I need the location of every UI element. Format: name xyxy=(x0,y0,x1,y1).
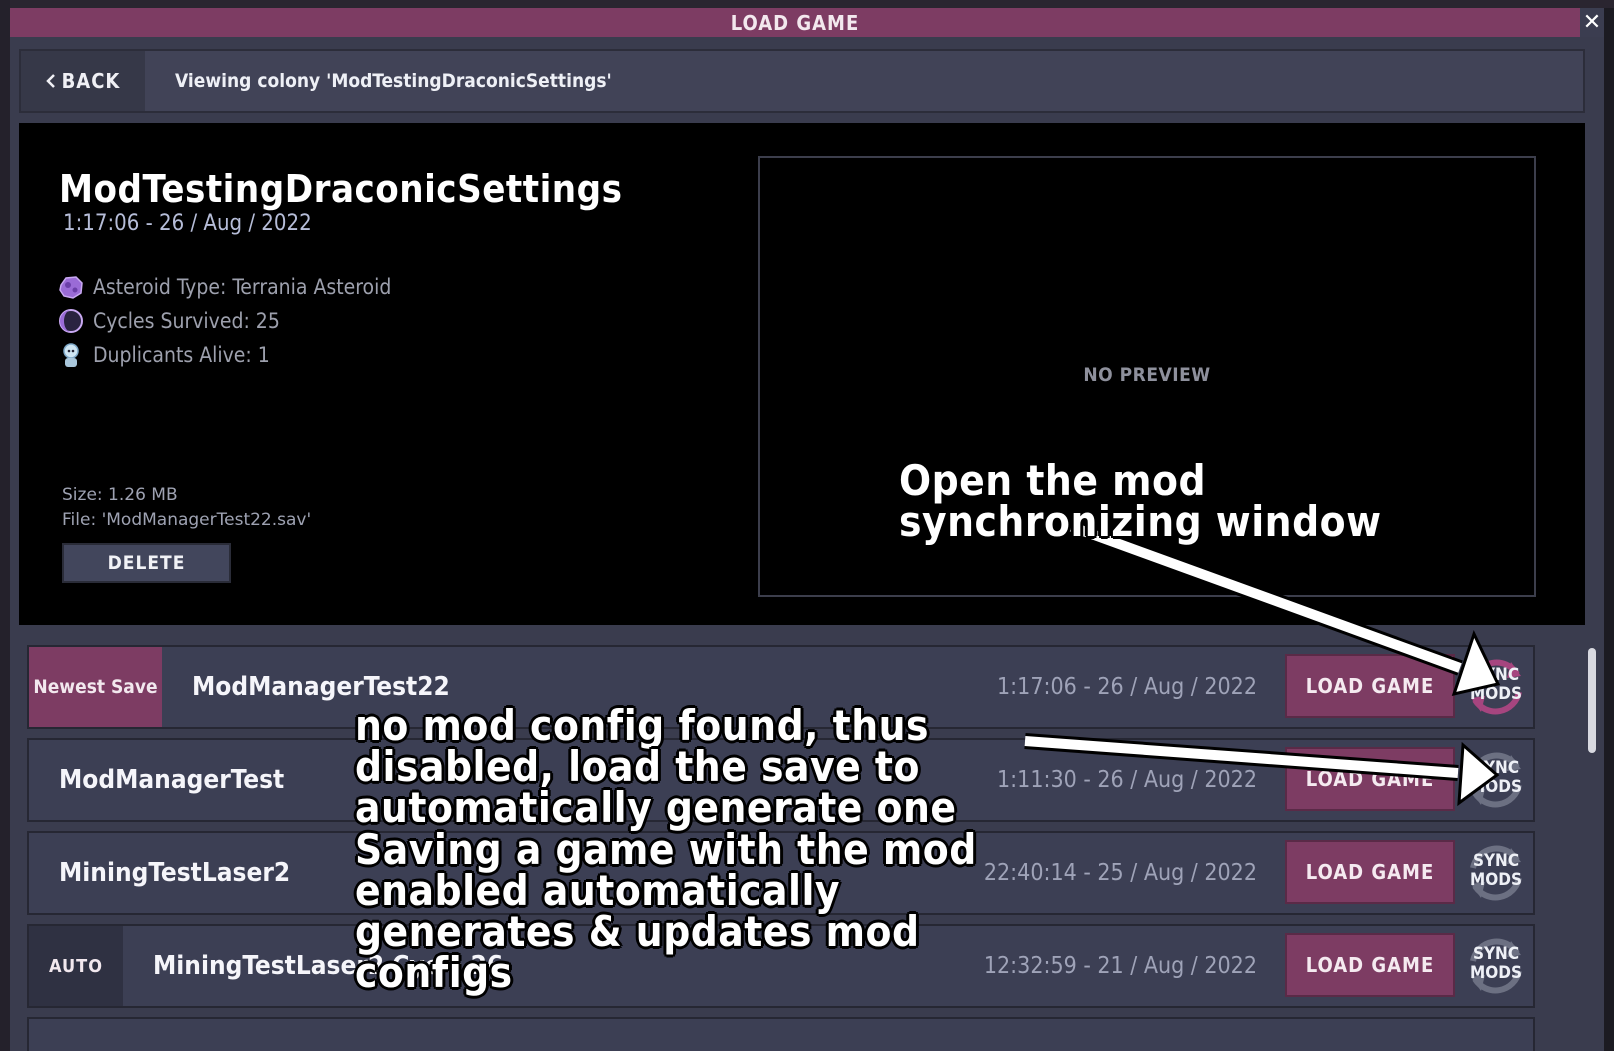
list-scrollbar[interactable] xyxy=(1588,648,1596,753)
back-label: BACK xyxy=(61,69,121,93)
asteroid-icon xyxy=(59,276,83,299)
stat-duplicants-alive: Duplicants Alive: 1 xyxy=(57,341,270,369)
colony-name: ModTestingDraconicSettings xyxy=(59,167,623,211)
colony-detail-panel: ModTestingDraconicSettings 1:17:06 - 26 … xyxy=(19,123,1585,625)
duplicant-icon xyxy=(63,343,79,367)
sync-mods-button-disabled: SYNC MODS xyxy=(1463,931,1529,1001)
stat-cycles-survived: Cycles Survived: 25 xyxy=(57,307,280,335)
sync-mods-button-disabled: SYNC MODS xyxy=(1463,745,1529,815)
stat-asteroid-type: Asteroid Type: Terrania Asteroid xyxy=(57,273,391,301)
window-title: LOAD GAME xyxy=(10,8,1580,37)
no-preview-text: NO PREVIEW xyxy=(1083,364,1211,386)
colony-timestamp: 1:17:06 - 26 / Aug / 2022 xyxy=(63,211,312,236)
annotation-no-config: no mod config found, thus disabled, load… xyxy=(355,701,957,832)
load-game-button[interactable]: LOAD GAME xyxy=(1285,747,1455,811)
save-name: ModManagerTest xyxy=(59,765,285,795)
load-game-button[interactable]: LOAD GAME xyxy=(1285,654,1455,718)
load-game-button[interactable]: LOAD GAME xyxy=(1285,840,1455,904)
newest-save-tag: Newest Save xyxy=(29,647,162,727)
file-size: Size: 1.26 MB xyxy=(62,485,178,505)
stat-text: Duplicants Alive: 1 xyxy=(93,343,270,367)
viewing-colony-text: Viewing colony 'ModTestingDraconicSettin… xyxy=(175,70,612,92)
header-bar: BACK Viewing colony 'ModTestingDraconicS… xyxy=(19,49,1585,113)
file-name: File: 'ModManagerTest22.sav' xyxy=(62,510,312,530)
load-game-button[interactable]: LOAD GAME xyxy=(1285,933,1455,997)
stat-text: Cycles Survived: 25 xyxy=(93,309,280,333)
sync-mods-label: SYNC MODS xyxy=(1470,758,1522,797)
annotation-sync-window: Open the mod synchronizing window xyxy=(899,456,1382,546)
save-timestamp: 1:17:06 - 26 / Aug / 2022 xyxy=(997,674,1257,700)
cycle-icon xyxy=(59,309,83,333)
sync-mods-label: SYNC MODS xyxy=(1470,944,1522,983)
background-art-left xyxy=(0,0,10,1051)
delete-button[interactable]: DELETE xyxy=(62,543,231,583)
sync-mods-label: SYNC MODS xyxy=(1470,665,1522,704)
background-art xyxy=(0,0,1614,8)
save-name: MiningTestLaser2 xyxy=(59,858,291,888)
sync-mods-label: SYNC MODS xyxy=(1470,851,1522,890)
back-button[interactable]: BACK xyxy=(21,51,145,111)
chevron-left-icon xyxy=(45,74,55,88)
auto-save-tag: AUTO xyxy=(29,926,123,1006)
sync-mods-button-disabled: SYNC MODS xyxy=(1463,838,1529,908)
annotation-saving: Saving a game with the mod enabled autom… xyxy=(355,825,977,997)
sync-mods-button[interactable]: SYNC MODS xyxy=(1463,652,1529,722)
close-button[interactable]: ✕ xyxy=(1580,8,1604,37)
save-timestamp: 1:11:30 - 26 / Aug / 2022 xyxy=(997,767,1257,793)
save-row-partial[interactable] xyxy=(27,1017,1535,1051)
stat-text: Asteroid Type: Terrania Asteroid xyxy=(93,275,392,299)
